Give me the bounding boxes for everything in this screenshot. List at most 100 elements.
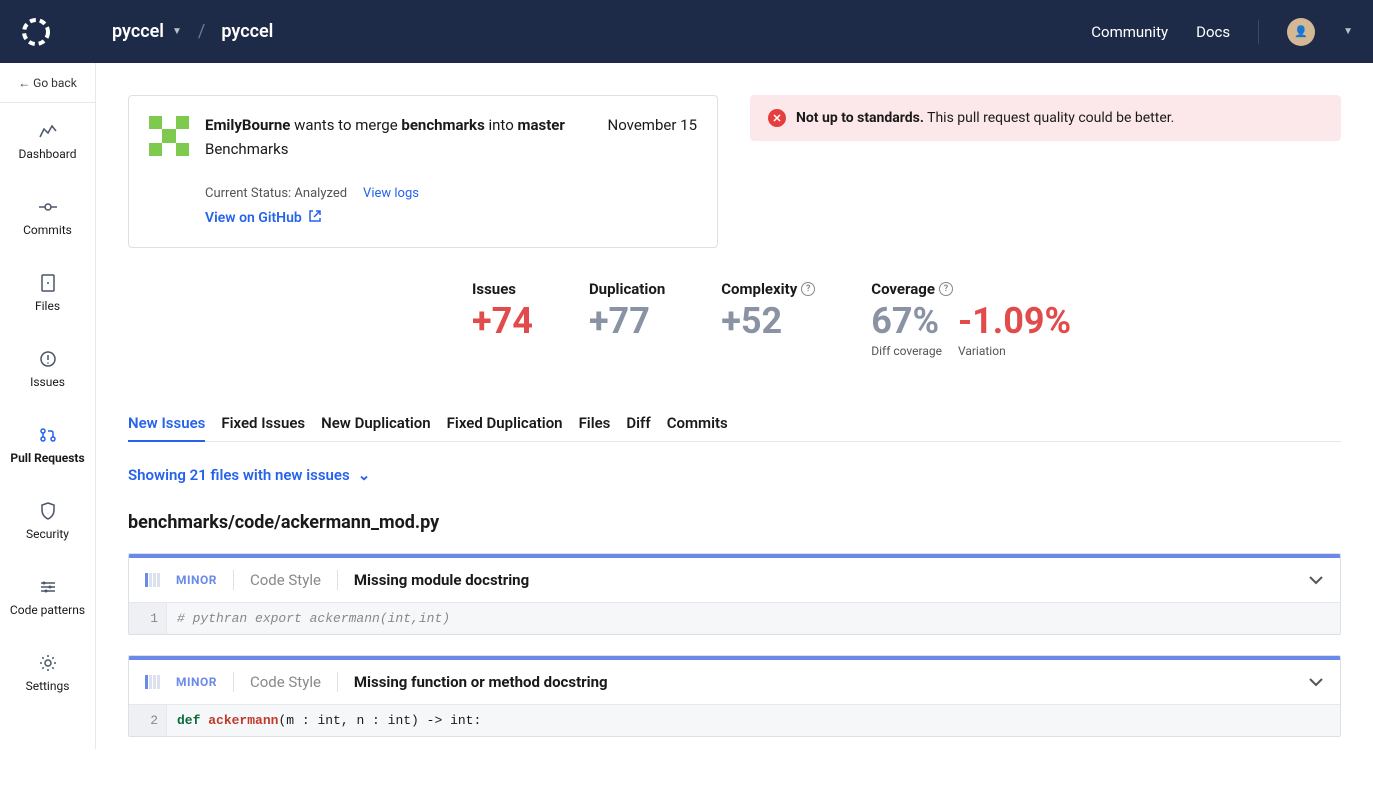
help-icon[interactable]: ?: [939, 282, 953, 296]
chevron-down-icon[interactable]: ▼: [1343, 26, 1353, 37]
files-icon: [38, 273, 58, 293]
pr-branch-to: master: [517, 116, 564, 134]
code-line: def ackermann(m : int, n : int) -> int:: [167, 705, 1340, 736]
pr-author: EmilyBourne: [205, 116, 290, 134]
severity-icon: [145, 573, 160, 587]
coverage-var-sub: Variation: [958, 344, 1071, 358]
chevron-down-icon[interactable]: [1308, 570, 1324, 589]
sidebar-item-issues[interactable]: Issues: [0, 331, 95, 407]
sidebar-items: Dashboard Commits Files Issues Pull Requ…: [0, 103, 95, 711]
sidebar-item-label: Code patterns: [10, 603, 85, 617]
coverage-var-value: -1.09%: [958, 302, 1071, 342]
sidebar-item-code-patterns[interactable]: Code patterns: [0, 559, 95, 635]
tab-commits[interactable]: Commits: [667, 406, 728, 441]
metric-complexity: Complexity ? +52: [721, 280, 815, 358]
pr-merge-line: EmilyBourne wants to merge benchmarks in…: [205, 116, 697, 134]
sidebar-item-commits[interactable]: Commits: [0, 179, 95, 255]
divider: [337, 672, 338, 692]
metric-value: +77: [589, 302, 665, 342]
user-avatar[interactable]: 👤: [1287, 18, 1315, 46]
sidebar-item-label: Settings: [26, 679, 70, 693]
external-link-icon: [308, 209, 322, 227]
brand-logo[interactable]: [20, 16, 52, 48]
sidebar-item-label: Files: [35, 299, 60, 313]
pr-body: EmilyBourne wants to merge benchmarks in…: [205, 116, 697, 227]
sidebar-item-pull-requests[interactable]: Pull Requests: [0, 407, 95, 483]
topnav: pyccel ▼ / pyccel Community Docs 👤 ▼: [0, 0, 1373, 63]
metric-label: Coverage ?: [871, 280, 1071, 298]
breadcrumb-separator: /: [198, 21, 205, 42]
view-on-github-label: View on GitHub: [205, 210, 302, 226]
sidebar-item-label: Issues: [30, 375, 65, 389]
help-icon[interactable]: ?: [801, 282, 815, 296]
issue-category: Code Style: [250, 571, 321, 589]
severity-label: MINOR: [176, 573, 217, 587]
main-content: EmilyBourne wants to merge benchmarks in…: [96, 63, 1373, 797]
sidebar-item-settings[interactable]: Settings: [0, 635, 95, 711]
tabs: New Issues Fixed Issues New Duplication …: [128, 406, 1341, 442]
metric-issues: Issues +74: [472, 280, 533, 358]
pr-header-row: EmilyBourne wants to merge benchmarks in…: [128, 95, 1341, 248]
sidebar: ← Go back Dashboard Commits Files Issues…: [0, 63, 96, 749]
error-icon: ✕: [768, 109, 786, 127]
metric-coverage: Coverage ? 67% Diff coverage -1.09% Vari…: [871, 280, 1071, 358]
code-patterns-icon: [38, 577, 58, 597]
issue-header[interactable]: MINOR Code Style Missing module docstrin…: [129, 558, 1340, 602]
metrics-row: Issues +74 Duplication +77 Complexity ? …: [472, 280, 1341, 358]
issues-icon: [38, 349, 58, 369]
alert-text: Not up to standards. This pull request q…: [796, 110, 1174, 126]
pr-author-avatar: [149, 116, 189, 156]
issue-card: MINOR Code Style Missing function or met…: [128, 655, 1341, 737]
view-logs-link[interactable]: View logs: [363, 186, 419, 201]
sidebar-item-label: Pull Requests: [10, 451, 84, 465]
gear-icon: [38, 653, 58, 673]
view-on-github-link[interactable]: View on GitHub: [205, 209, 697, 227]
issue-message: Missing module docstring: [354, 571, 1292, 589]
metric-label: Complexity ?: [721, 280, 815, 298]
pr-date: November 15: [608, 116, 697, 134]
chevron-down-icon[interactable]: [1308, 672, 1324, 691]
divider: [233, 570, 234, 590]
breadcrumb: pyccel ▼ / pyccel: [112, 21, 273, 42]
divider: [233, 672, 234, 692]
shield-icon: [38, 501, 58, 521]
pr-summary-card: EmilyBourne wants to merge benchmarks in…: [128, 95, 718, 248]
tab-fixed-duplication[interactable]: Fixed Duplication: [447, 406, 563, 441]
tab-fixed-issues[interactable]: Fixed Issues: [221, 406, 305, 441]
dashboard-icon: [38, 121, 58, 141]
issue-code: 2 def ackermann(m : int, n : int) -> int…: [129, 704, 1340, 736]
quality-alert-banner: ✕ Not up to standards. This pull request…: [750, 95, 1341, 141]
pr-branch-from: benchmarks: [401, 116, 484, 134]
breadcrumb-repo-label: pyccel: [221, 21, 273, 42]
code-line: # pythran export ackermann(int,int): [167, 603, 1340, 634]
issue-header[interactable]: MINOR Code Style Missing function or met…: [129, 660, 1340, 704]
pr-merge-text: EmilyBourne wants to merge benchmarks in…: [205, 116, 565, 134]
sidebar-item-dashboard[interactable]: Dashboard: [0, 103, 95, 179]
chevron-down-icon: ▼: [172, 26, 182, 37]
pr-status: Current Status: Analyzed: [205, 186, 347, 201]
file-filter-dropdown[interactable]: Showing 21 files with new issues ⌄: [128, 466, 1341, 484]
pr-status-row: Current Status: Analyzed View logs: [205, 186, 697, 201]
metric-label: Issues: [472, 280, 533, 298]
topnav-right: Community Docs 👤 ▼: [1091, 18, 1353, 46]
metric-label: Duplication: [589, 280, 665, 298]
sidebar-item-files[interactable]: Files: [0, 255, 95, 331]
breadcrumb-org[interactable]: pyccel ▼: [112, 21, 182, 42]
tab-diff[interactable]: Diff: [626, 406, 650, 441]
nav-divider: [1258, 20, 1259, 44]
nav-docs[interactable]: Docs: [1196, 23, 1230, 41]
breadcrumb-repo[interactable]: pyccel: [221, 21, 273, 42]
tab-new-issues[interactable]: New Issues: [128, 406, 205, 442]
tab-files[interactable]: Files: [579, 406, 611, 441]
sidebar-go-back[interactable]: ← Go back: [0, 63, 95, 103]
file-filter-label: Showing 21 files with new issues: [128, 466, 350, 484]
issue-code: 1 # pythran export ackermann(int,int): [129, 602, 1340, 634]
line-number: 1: [129, 603, 167, 634]
metric-value: +52: [721, 302, 815, 342]
nav-community[interactable]: Community: [1091, 23, 1168, 41]
sidebar-item-label: Dashboard: [18, 147, 76, 161]
coverage-values: 67% Diff coverage -1.09% Variation: [871, 302, 1071, 358]
commits-icon: [38, 197, 58, 217]
sidebar-item-security[interactable]: Security: [0, 483, 95, 559]
tab-new-duplication[interactable]: New Duplication: [321, 406, 431, 441]
